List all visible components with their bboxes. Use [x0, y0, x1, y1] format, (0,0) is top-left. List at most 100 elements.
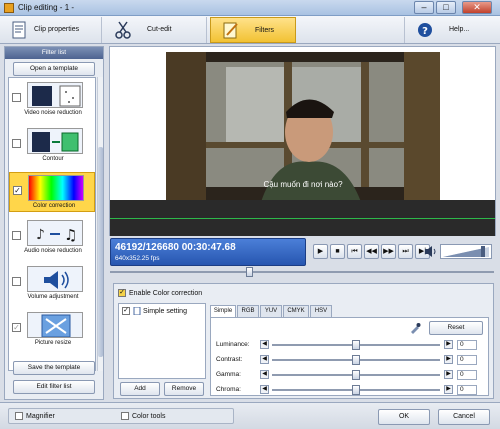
filter-checkbox[interactable] — [12, 139, 21, 148]
tab-cut-edit[interactable]: Cut-edit — [103, 17, 207, 43]
tab-rgb[interactable]: RGB — [237, 305, 259, 317]
waveform-line — [110, 218, 495, 219]
rewind-button[interactable]: ◀◀ — [364, 244, 379, 259]
contrast-decrease-button[interactable]: ◀ — [260, 355, 269, 364]
next-frame-button[interactable]: ⏭ — [398, 244, 413, 259]
contrast-knob[interactable] — [352, 355, 360, 365]
video-preview-area: Cậu muốn đi nơi nào? — [109, 46, 496, 236]
open-template-button[interactable]: Open a template — [13, 62, 95, 76]
color-tools-checkbox[interactable] — [121, 412, 129, 420]
tab-hsv[interactable]: HSV — [310, 305, 332, 317]
color-tools-toggle[interactable]: Color tools — [121, 412, 165, 420]
svg-text:?: ? — [422, 26, 428, 37]
document-icon — [133, 306, 141, 316]
filter-item-audio-noise-reduction[interactable]: ♪ ♫ Audio noise reduction — [9, 218, 95, 258]
tab-label: Cut-edit — [147, 26, 172, 33]
filter-item-picture-resize[interactable]: ✓ Picture resize — [9, 310, 95, 350]
speaker-icon[interactable] — [424, 245, 438, 258]
filter-checkbox[interactable] — [12, 277, 21, 286]
volume-slider[interactable] — [440, 244, 492, 259]
maximize-button[interactable]: □ — [436, 1, 456, 14]
minimize-button[interactable]: – — [414, 1, 434, 14]
tab-yuv[interactable]: YUV — [260, 305, 282, 317]
filter-label: Color correction — [32, 203, 76, 209]
volume-knob[interactable] — [481, 246, 486, 257]
color-picker-icon[interactable] — [409, 322, 421, 334]
tab-label: Help... — [449, 26, 470, 33]
save-template-button[interactable]: Save the template — [13, 361, 95, 375]
audio-noise-reduction-icon: ♪ ♫ — [27, 220, 83, 246]
svg-text:♫: ♫ — [64, 226, 77, 244]
edit-filter-list-button[interactable]: Edit filter list — [13, 380, 95, 394]
tab-label: Clip properties — [34, 26, 80, 33]
filter-label: Volume adjustment — [27, 294, 79, 300]
magnifier-label: Magnifier — [26, 412, 55, 420]
luminance-value[interactable]: 0 — [457, 340, 477, 350]
filter-settings-panel: ✓ Enable Color correction ✓ Simple setting… — [113, 283, 494, 399]
setting-checkbox[interactable]: ✓ — [122, 307, 130, 315]
filter-checkbox-checked[interactable]: ✓ — [13, 186, 22, 195]
play-button[interactable]: ▶ — [313, 244, 328, 259]
reset-button[interactable]: Reset — [429, 321, 483, 335]
filter-item-contour[interactable]: Contour — [9, 126, 95, 166]
tab-cmyk[interactable]: CMYK — [283, 305, 309, 317]
enable-checkbox[interactable]: ✓ — [118, 289, 126, 297]
filter-checkbox[interactable] — [12, 93, 21, 102]
cancel-button[interactable]: Cancel — [438, 409, 490, 425]
remove-button[interactable]: Remove — [164, 382, 204, 396]
tab-filters[interactable]: Filters — [210, 17, 296, 43]
setting-item-simple[interactable]: ✓ Simple setting — [122, 306, 187, 316]
luminance-row: Luminance: ◀ ▶ 0 — [214, 339, 486, 351]
magnifier-checkbox[interactable] — [15, 412, 23, 420]
luminance-knob[interactable] — [352, 340, 360, 350]
filter-label: Picture resize — [34, 340, 72, 346]
contrast-value[interactable]: 0 — [457, 355, 477, 365]
skip-forward-icon: ⏭ — [402, 248, 409, 255]
chroma-increase-button[interactable]: ▶ — [444, 385, 453, 394]
gamma-value[interactable]: 0 — [457, 370, 477, 380]
add-button[interactable]: Add — [120, 382, 160, 396]
stop-button[interactable]: ■ — [330, 244, 345, 259]
chroma-decrease-button[interactable]: ◀ — [260, 385, 269, 394]
filter-panel: Filter list Open a template Video noise … — [4, 46, 104, 400]
close-button[interactable]: ✕ — [462, 1, 492, 14]
gamma-label: Gamma: — [216, 371, 241, 378]
filter-list-scrollbar[interactable] — [97, 77, 103, 371]
magnifier-toggle[interactable]: Magnifier — [15, 412, 55, 420]
picture-resize-icon — [27, 312, 83, 338]
gamma-increase-button[interactable]: ▶ — [444, 370, 453, 379]
contrast-increase-button[interactable]: ▶ — [444, 355, 453, 364]
luminance-increase-button[interactable]: ▶ — [444, 340, 453, 349]
seek-bar[interactable] — [110, 267, 494, 277]
enable-color-correction[interactable]: ✓ Enable Color correction — [118, 289, 202, 297]
luminance-decrease-button[interactable]: ◀ — [260, 340, 269, 349]
status-bar: Magnifier Color tools OK Cancel — [0, 402, 500, 429]
tab-help[interactable]: ? Help... — [404, 17, 500, 43]
fast-forward-button[interactable]: ▶▶ — [381, 244, 396, 259]
chroma-knob[interactable] — [352, 385, 360, 395]
scrollbar-thumb[interactable] — [98, 147, 103, 357]
filter-label: Video noise reduction — [24, 110, 82, 116]
filter-item-color-correction[interactable]: ✓ Color correction — [9, 172, 95, 212]
filters-icon — [223, 22, 238, 39]
tools-group: Magnifier Color tools — [8, 408, 234, 424]
filter-item-video-noise-reduction[interactable]: Video noise reduction — [9, 80, 95, 120]
gamma-decrease-button[interactable]: ◀ — [260, 370, 269, 379]
previous-frame-button[interactable]: ⏮ — [347, 244, 362, 259]
color-tools-label: Color tools — [132, 412, 166, 420]
video-noise-reduction-icon — [27, 82, 83, 108]
seek-knob[interactable] — [246, 267, 253, 277]
time-display: 46192/126680 00:30:47.68 640x352.25 fps — [110, 238, 306, 266]
filter-checkbox-checked[interactable]: ✓ — [12, 323, 21, 332]
ok-button[interactable]: OK — [378, 409, 430, 425]
chroma-value[interactable]: 0 — [457, 385, 477, 395]
filter-checkbox[interactable] — [12, 231, 21, 240]
filter-item-volume-adjustment[interactable]: Volume adjustment — [9, 264, 95, 304]
filter-list-header: Filter list — [5, 47, 103, 59]
setting-item-label: Simple setting — [143, 307, 187, 315]
contrast-label: Contrast: — [216, 356, 243, 363]
skip-back-icon: ⏮ — [351, 248, 358, 255]
time-readout: 46192/126680 00:30:47.68 — [115, 242, 236, 253]
tab-clip-properties[interactable]: Clip properties — [0, 17, 102, 43]
gamma-knob[interactable] — [352, 370, 360, 380]
